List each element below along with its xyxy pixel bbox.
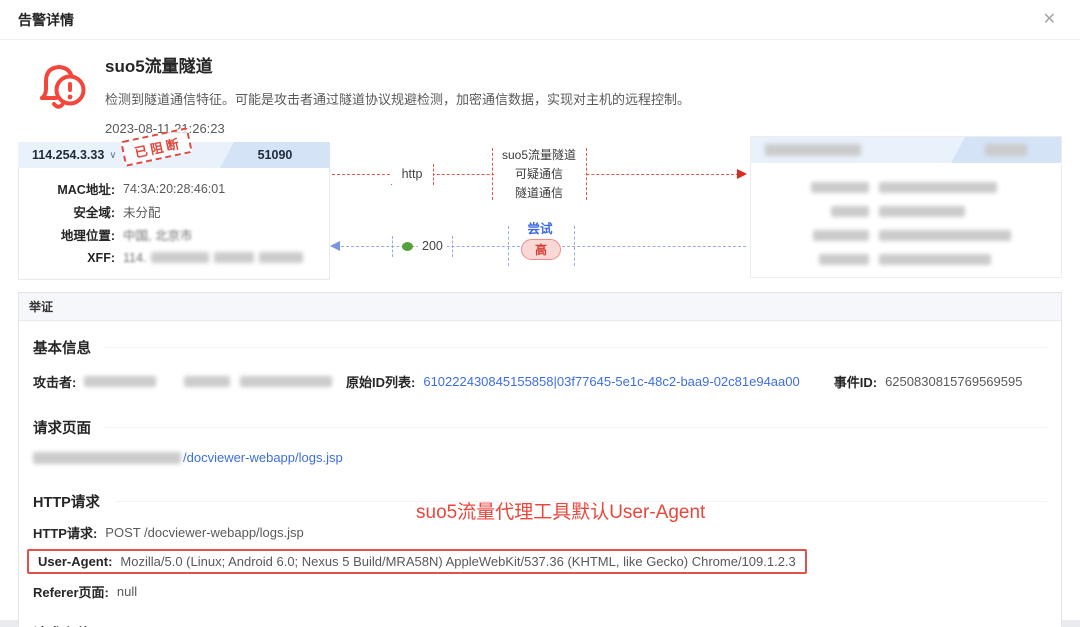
request-arrowhead-icon <box>737 169 747 179</box>
http-request-section: HTTP请求 suo5流量代理工具默认User-Agent HTTP请求: PO… <box>33 491 1047 601</box>
dialog-header: 告警详情 ✕ <box>0 0 1080 40</box>
redacted-text <box>84 376 156 387</box>
source-host-card: 114.254.3.33 ∨ 51090 已阻断 MAC地址: 74:3A:20… <box>18 142 330 280</box>
request-page-heading: 请求页面 <box>33 417 91 438</box>
chevron-down-icon[interactable]: ∨ <box>109 150 116 161</box>
redacted-text <box>819 254 869 265</box>
redacted-text <box>151 252 209 263</box>
source-ip[interactable]: 114.254.3.33 <box>32 148 104 162</box>
alert-timestamp: 2023-08-11 21:26:23 <box>105 121 690 136</box>
destination-card-body <box>751 163 1061 271</box>
basic-info-section: 基本信息 攻击者: 原始ID列表: 610222430845155858|03f… <box>33 337 1047 391</box>
basic-info-heading: 基本信息 <box>33 337 91 358</box>
request-body-section: 请求主体 2SQ:7SSS[% ▯#▯=▯R;SSS_bc}fg}k`}bbfR… <box>33 623 1047 627</box>
alert-description: 检测到隧道通信特征。可能是攻击者通过隧道协议规避检测，加密通信数据，实现对主机的… <box>105 89 690 108</box>
alert-name: suo5流量隧道 <box>105 52 690 77</box>
evidence-panel-title: 举证 <box>19 293 1061 321</box>
source-field-mac: MAC地址: 74:3A:20:28:46:01 <box>19 177 329 200</box>
redacted-text <box>985 144 1027 156</box>
redacted-text <box>879 182 997 193</box>
evidence-panel: 举证 基本信息 攻击者: 原始ID列表: 610222430845155858|… <box>18 292 1062 627</box>
source-port: 51090 <box>220 142 330 168</box>
redacted-text <box>33 452 181 464</box>
attempt-label: 尝试 <box>512 221 568 237</box>
referer-value: null <box>117 584 137 599</box>
redacted-text <box>240 376 332 387</box>
original-id-link[interactable]: 610222430845155858|03f77645-5e1c-48c2-ba… <box>423 374 799 389</box>
severity-badge: 高 <box>521 239 561 260</box>
protocol-label: http <box>391 164 433 184</box>
user-agent-label: User-Agent: <box>38 554 112 569</box>
http-status-code: 200 <box>418 237 447 255</box>
redacted-text <box>831 206 869 217</box>
destination-host-card <box>750 136 1062 278</box>
request-page-section: 请求页面 /docviewer-webapp/logs.jsp <box>33 417 1047 465</box>
redacted-text <box>184 376 230 387</box>
page-title: 告警详情 <box>18 10 74 30</box>
http-request-heading: HTTP请求 <box>33 491 100 512</box>
threat-type-label: suo5流量隧道 可疑通信 隧道通信 <box>494 146 584 204</box>
destination-card-header <box>751 137 1061 163</box>
ua-annotation: suo5流量代理工具默认User-Agent <box>416 497 705 524</box>
attack-path-diagram: 114.254.3.33 ∨ 51090 已阻断 MAC地址: 74:3A:20… <box>0 136 1080 284</box>
attacker-label: 攻击者: <box>33 372 76 391</box>
source-field-geo: 地理位置: 中国, 北京市 <box>19 223 329 246</box>
status-ok-icon <box>402 242 413 251</box>
source-field-xff: XFF: 114. <box>19 246 329 269</box>
redacted-text <box>214 252 254 263</box>
original-id-label: 原始ID列表: <box>346 372 415 391</box>
event-id-label: 事件ID: <box>834 372 877 391</box>
close-icon[interactable]: ✕ <box>1043 12 1056 28</box>
user-agent-highlight-box: User-Agent: Mozilla/5.0 (Linux; Android … <box>27 549 807 574</box>
redacted-text <box>765 144 861 156</box>
request-body-heading: 请求主体 <box>33 623 91 627</box>
redacted-text <box>879 254 991 265</box>
redacted-text <box>811 182 869 193</box>
referer-label: Referer页面: <box>33 582 109 601</box>
alert-bell-icon <box>28 56 92 120</box>
source-card-body: MAC地址: 74:3A:20:28:46:01 安全域: 未分配 地理位置: … <box>18 168 330 280</box>
redacted-text <box>813 230 869 241</box>
alert-summary: suo5流量隧道 检测到隧道通信特征。可能是攻击者通过隧道协议规避检测，加密通信… <box>0 40 1080 132</box>
redacted-text <box>259 252 303 263</box>
redacted-text <box>879 206 965 217</box>
response-arrowhead-icon <box>330 241 340 251</box>
source-field-zone: 安全域: 未分配 <box>19 200 329 223</box>
request-page-link[interactable]: /docviewer-webapp/logs.jsp <box>183 450 343 465</box>
user-agent-value: Mozilla/5.0 (Linux; Android 6.0; Nexus 5… <box>120 554 795 569</box>
event-id-value: 6250830815769569595 <box>885 374 1022 389</box>
http-request-label: HTTP请求: <box>33 523 97 542</box>
alert-detail-dialog: 告警详情 ✕ suo5流量隧道 检测到隧道通信特征。可能是攻击者通过隧道协议规避… <box>0 0 1080 620</box>
redacted-text <box>879 230 1011 241</box>
http-request-value: POST /docviewer-webapp/logs.jsp <box>105 525 303 540</box>
